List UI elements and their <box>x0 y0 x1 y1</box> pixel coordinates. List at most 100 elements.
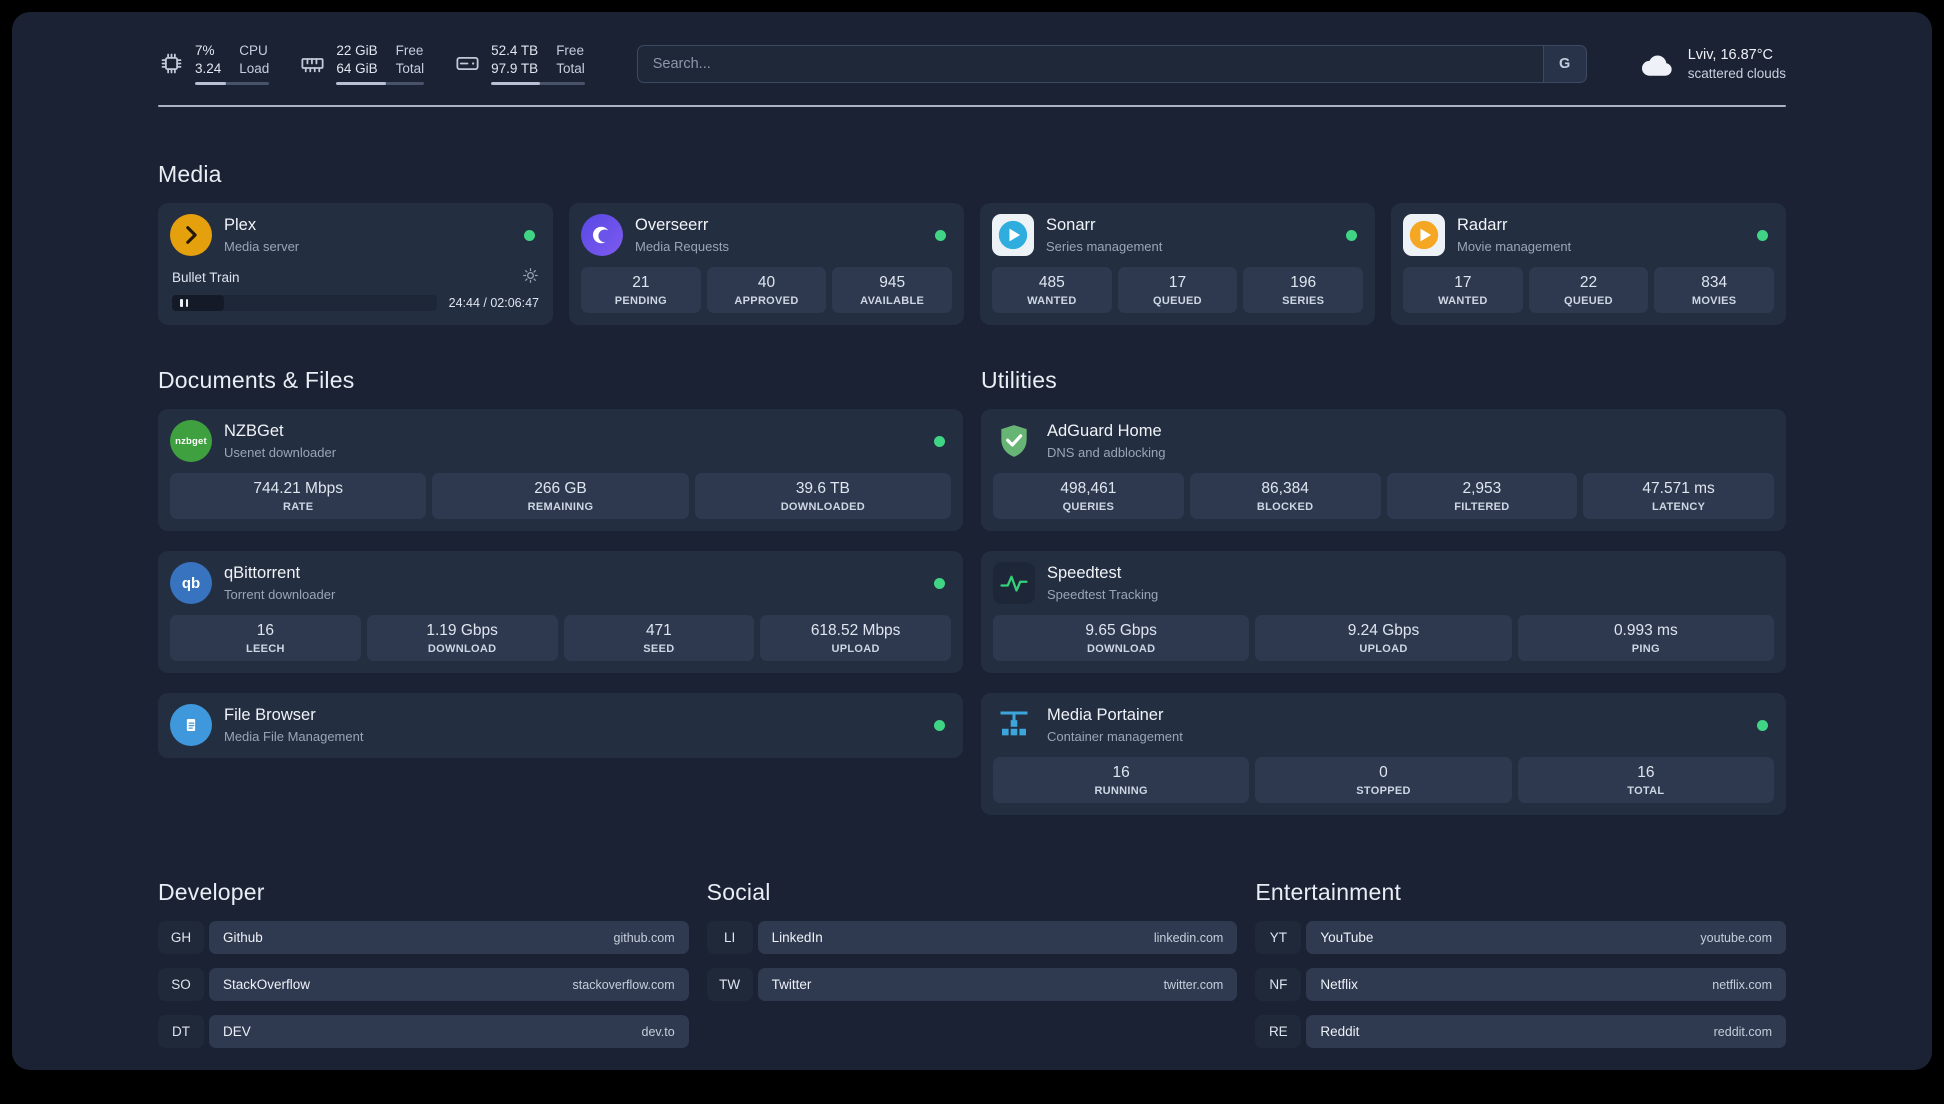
bookmark-netflix[interactable]: NF Netflix netflix.com <box>1255 968 1786 1002</box>
status-dot <box>934 435 945 447</box>
weather-condition: scattered clouds <box>1687 65 1786 81</box>
service-desc: Torrent downloader <box>224 586 336 602</box>
stat-tile-upload: 9.24 Gbps UPLOAD <box>1255 615 1512 662</box>
pause-icon[interactable] <box>180 299 188 308</box>
stat-tile-approved: 40 APPROVED <box>706 267 827 314</box>
status-dot <box>1346 229 1357 241</box>
status-dot <box>934 719 945 731</box>
stat-tile-blocked: 86,384 BLOCKED <box>1189 473 1381 520</box>
bookmarks-developer: Developer GH Github github.com SO StackO… <box>158 879 689 1049</box>
bookmark-url: twitter.com <box>1163 977 1224 992</box>
status-dot <box>934 577 945 589</box>
section-utilities: Utilities AdGuard Home DNS and adblockin… <box>981 367 1786 816</box>
weather-widget[interactable]: Lviv, 16.87°C scattered clouds <box>1639 46 1786 81</box>
service-card-adguard[interactable]: AdGuard Home DNS and adblocking 498,461 … <box>981 409 1786 532</box>
service-name: File Browser <box>224 706 316 725</box>
plex-icon <box>170 214 212 257</box>
service-card-sonarr[interactable]: Sonarr Series management 485 WANTED 17 Q… <box>980 203 1375 326</box>
bookmark-github[interactable]: GH Github github.com <box>158 921 689 955</box>
service-card-overseerr[interactable]: Overseerr Media Requests 21 PENDING 40 A… <box>569 203 964 326</box>
stat-tile-download: 9.65 Gbps DOWNLOAD <box>993 615 1250 662</box>
service-desc: Speedtest Tracking <box>1047 586 1159 602</box>
bookmark-youtube[interactable]: YT YouTube youtube.com <box>1255 921 1786 955</box>
cpu-label: CPU <box>239 43 268 58</box>
playback-progress-track[interactable] <box>172 295 437 312</box>
stat-tile-seed: 471 SEED <box>563 615 755 662</box>
stat-tile-wanted: 17 WANTED <box>1403 267 1523 314</box>
cpu-widget: 7% 3.24 CPU Load <box>158 42 270 86</box>
bookmark-url: linkedin.com <box>1153 930 1224 945</box>
disk-usage-fill <box>491 82 540 86</box>
disk-free-value: 52.4 TB <box>491 43 539 58</box>
overseerr-icon <box>581 214 623 257</box>
service-card-portainer[interactable]: Media Portainer Container management 16 … <box>981 693 1786 816</box>
bookmark-url: github.com <box>613 930 675 945</box>
stat-tile-latency: 47.571 ms LATENCY <box>1583 473 1774 520</box>
topbar: 7% 3.24 CPU Load 22 GiB 64 GiB Free Tota… <box>158 42 1786 86</box>
stat-tile-available: 945 AVAILABLE <box>832 267 952 314</box>
playback-time: 24:44 / 02:06:47 <box>448 296 539 311</box>
service-desc: Container management <box>1047 728 1183 744</box>
status-dot <box>1757 719 1768 731</box>
bookmark-abbr: RE <box>1255 1015 1302 1049</box>
bookmark-name: LinkedIn <box>771 930 823 946</box>
search-input[interactable] <box>636 44 1543 83</box>
cpu-percent: 7% <box>195 43 215 58</box>
service-card-qbittorrent[interactable]: qb qBittorrent Torrent downloader 16 LEE… <box>158 551 963 674</box>
adguard-icon <box>993 420 1035 462</box>
bookmark-abbr: GH <box>158 921 204 955</box>
bookmark-abbr: YT <box>1255 921 1302 955</box>
stat-tile-pending: 21 PENDING <box>581 267 701 314</box>
dashboard-panel: 7% 3.24 CPU Load 22 GiB 64 GiB Free Tota… <box>12 12 1932 1070</box>
bookmark-linkedin[interactable]: LI LinkedIn linkedin.com <box>706 921 1238 955</box>
stat-tile-stopped: 0 STOPPED <box>1255 757 1512 804</box>
cloud-icon <box>1639 49 1677 79</box>
memory-total-value: 64 GiB <box>336 60 378 76</box>
bookmark-dev[interactable]: DT DEV dev.to <box>158 1015 689 1049</box>
memory-usage-fill <box>336 82 387 86</box>
bookmark-stackoverflow[interactable]: SO StackOverflow stackoverflow.com <box>158 968 689 1002</box>
service-desc: Movie management <box>1457 238 1572 254</box>
stat-tile-series: 196 SERIES <box>1243 267 1363 314</box>
status-dot <box>524 229 535 241</box>
service-desc: DNS and adblocking <box>1047 444 1166 460</box>
service-card-nzbget[interactable]: nzbget NZBGet Usenet downloader 744.21 M… <box>158 409 963 532</box>
status-dot <box>935 229 946 241</box>
topbar-divider <box>158 105 1786 108</box>
cpu-usage-bar <box>195 82 270 86</box>
service-card-filebrowser[interactable]: File Browser Media File Management <box>158 693 963 759</box>
playback-progress-fill <box>172 295 224 312</box>
service-card-speedtest[interactable]: Speedtest Speedtest Tracking 9.65 Gbps D… <box>981 551 1786 674</box>
bookmark-url: netflix.com <box>1712 977 1772 992</box>
service-card-radarr[interactable]: Radarr Movie management 17 WANTED 22 QUE… <box>1391 203 1786 326</box>
now-playing-title: Bullet Train <box>172 269 240 285</box>
cpu-usage-fill <box>195 82 227 86</box>
bookmark-abbr: LI <box>706 921 753 955</box>
service-name: AdGuard Home <box>1047 422 1162 441</box>
service-name: Sonarr <box>1046 216 1096 235</box>
bookmarks-entertainment: Entertainment YT YouTube youtube.com NF … <box>1255 879 1786 1049</box>
disk-total-value: 97.9 TB <box>491 60 539 76</box>
bookmark-name: YouTube <box>1320 930 1374 946</box>
service-desc: Series management <box>1046 238 1163 254</box>
bookmark-reddit[interactable]: RE Reddit reddit.com <box>1255 1015 1786 1049</box>
gear-icon[interactable] <box>522 267 539 287</box>
service-name: Plex <box>224 216 257 235</box>
bookmark-url: reddit.com <box>1713 1024 1772 1039</box>
service-desc: Media Requests <box>635 238 729 254</box>
portainer-icon <box>993 704 1035 746</box>
service-name: Radarr <box>1457 216 1508 235</box>
bookmark-name: Twitter <box>771 977 812 993</box>
stat-tile-total: 16 TOTAL <box>1517 757 1774 804</box>
speedtest-icon <box>993 562 1035 605</box>
stat-tile-wanted: 485 WANTED <box>992 267 1112 314</box>
bookmark-twitter[interactable]: TW Twitter twitter.com <box>706 968 1238 1002</box>
bookmark-url: stackoverflow.com <box>572 977 675 992</box>
service-card-plex[interactable]: Plex Media server Bullet Train 24:44 / 0… <box>158 203 553 326</box>
section-title-social: Social <box>706 879 771 906</box>
bookmark-abbr: SO <box>158 968 204 1002</box>
search-engine-button[interactable]: G <box>1542 44 1587 83</box>
disk-widget: 52.4 TB 97.9 TB Free Total <box>454 42 585 86</box>
bookmark-url: youtube.com <box>1700 930 1772 945</box>
bookmark-name: Github <box>223 930 263 946</box>
